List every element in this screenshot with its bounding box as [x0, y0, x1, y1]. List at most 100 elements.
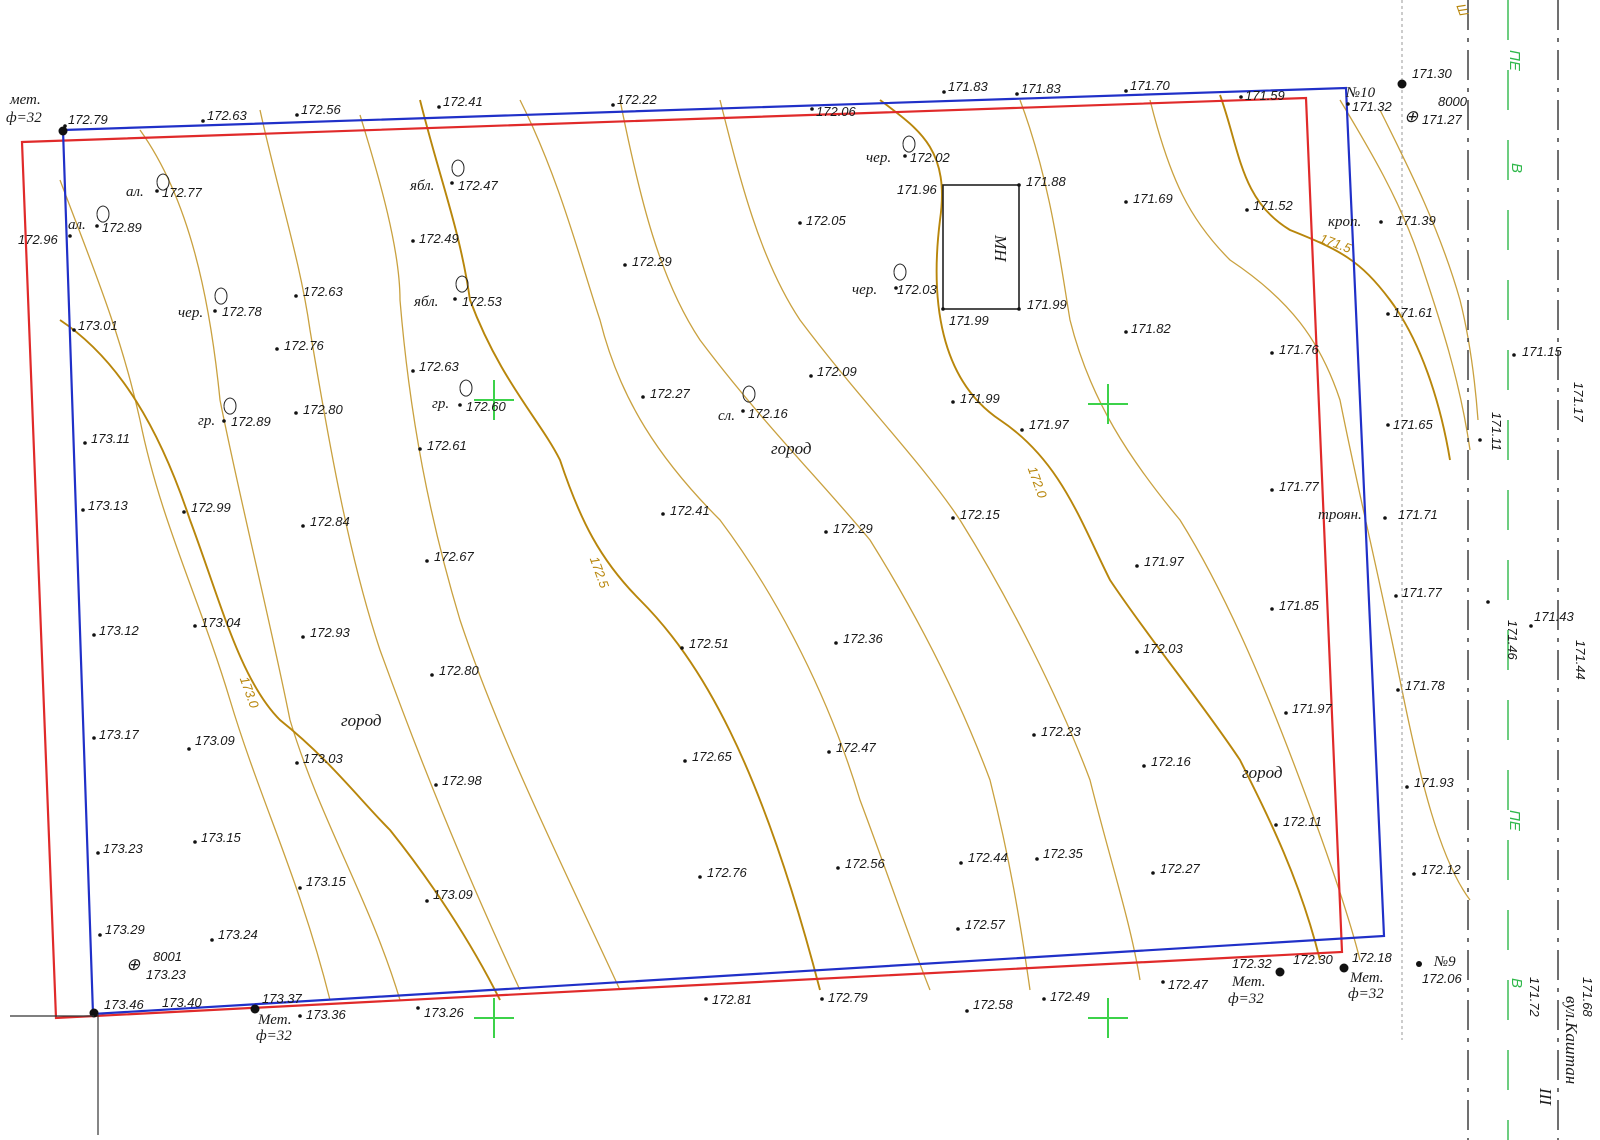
elevation-label: 171.17 — [1571, 382, 1586, 423]
tree-icon — [455, 275, 469, 293]
elevation-point: 172.60 — [458, 399, 507, 414]
elevation-point: 173.15 — [298, 874, 347, 890]
elevation-point: 171.52 — [1245, 198, 1294, 213]
elevation-label: 171.68 — [1580, 977, 1595, 1018]
svg-text:172.89: 172.89 — [231, 414, 271, 429]
pipe-bottom-label: Мет. — [257, 1012, 292, 1028]
svg-text:172.61: 172.61 — [427, 438, 467, 453]
elevation-point: 172.53 — [453, 294, 503, 309]
svg-text:172.15: 172.15 — [960, 507, 1001, 522]
elevation-point: 172.61 — [418, 438, 467, 453]
tree-yabl-2-label: ябл. — [413, 294, 438, 310]
elevation-point: 173.24 — [210, 927, 258, 942]
elevation-label: 172.18 — [1352, 950, 1393, 965]
tree-icon — [214, 287, 228, 305]
tree-icon — [742, 385, 756, 403]
svg-text:172.78: 172.78 — [222, 304, 263, 319]
elevation-point: 172.84 — [301, 514, 350, 529]
svg-text:172.16: 172.16 — [1151, 754, 1192, 769]
elevation-point: 173.26 — [416, 1005, 465, 1020]
pipe-br2-label: Мет. — [1349, 970, 1384, 986]
svg-text:173.09: 173.09 — [433, 887, 473, 902]
elevation-label: 171.27 — [1422, 112, 1463, 127]
elevation-point: 171.43 — [1529, 609, 1575, 628]
elevation-point: 172.15 — [951, 507, 1001, 522]
elevation-point: 172.65 — [683, 749, 733, 764]
elevation-point: 171.70 — [1124, 78, 1171, 93]
elevation-point: 172.16 — [741, 406, 789, 421]
elevation-point: 172.03 — [1135, 641, 1184, 656]
axis-ticks — [10, 1014, 99, 1135]
pipe-bottom-diam: ф=32 — [256, 1028, 292, 1044]
elevation-label: 171.44 — [1573, 640, 1588, 680]
elevation-point: 172.47 — [450, 178, 499, 193]
svg-text:172.47: 172.47 — [1168, 977, 1209, 992]
elevation-point: 171.46 — [1486, 600, 1520, 661]
svg-text:171.46: 171.46 — [1505, 620, 1520, 661]
elevation-label: 173.23 — [146, 967, 187, 982]
well-8001-label: 8001 — [153, 949, 182, 964]
svg-text:171.69: 171.69 — [1133, 191, 1173, 206]
elevation-point: 172.79 — [63, 112, 108, 128]
elevation-point: 172.27 — [1151, 861, 1201, 876]
svg-text:172.65: 172.65 — [692, 749, 733, 764]
elevation-point: 172.41 — [437, 94, 483, 109]
svg-text:171.32: 171.32 — [1352, 99, 1393, 114]
svg-text:172.81: 172.81 — [712, 992, 752, 1007]
svg-text:172.03: 172.03 — [897, 282, 938, 297]
elevation-point: 173.04 — [193, 615, 241, 630]
svg-text:171.99: 171.99 — [949, 313, 989, 328]
land-use-labels: город город город — [341, 439, 1283, 782]
svg-text:172.80: 172.80 — [303, 402, 344, 417]
elevation-point: 173.01 — [72, 318, 118, 333]
svg-text:171.83: 171.83 — [948, 79, 989, 94]
contour-label-173: 173.0 — [237, 674, 262, 710]
svg-text:172.76: 172.76 — [284, 338, 325, 353]
elevation-point: 172.93 — [301, 625, 351, 640]
well-8000-label: 8000 — [1438, 94, 1468, 109]
svg-text:171.59: 171.59 — [1245, 88, 1285, 103]
elevation-point: 172.47 — [827, 740, 877, 755]
elevation-label: 172.32 — [1232, 956, 1273, 971]
elevation-point: 172.96 — [18, 232, 72, 247]
elevation-point: 171.83 — [942, 79, 989, 94]
svg-text:172.41: 172.41 — [443, 94, 483, 109]
elevation-point: 171.32 — [1346, 99, 1393, 114]
tree-krop-label: кроп. — [1328, 214, 1361, 230]
elevation-point: 172.76 — [698, 865, 748, 880]
elevation-point: 172.57 — [956, 917, 1006, 932]
svg-text:172.41: 172.41 — [670, 503, 710, 518]
svg-text:172.27: 172.27 — [650, 386, 691, 401]
street-code-sh: Ш — [1453, 2, 1471, 18]
elevation-point: 171.82 — [1124, 321, 1172, 336]
elevation-point: 171.85 — [1270, 598, 1320, 613]
elevation-point: 172.12 — [1412, 862, 1462, 877]
elevation-point: 172.63 — [201, 108, 248, 123]
elevation-point: 172.22 — [611, 92, 658, 107]
svg-text:172.58: 172.58 — [973, 997, 1014, 1012]
elevation-label: 173.46 — [104, 997, 145, 1012]
elevation-point: 171.11 — [1478, 412, 1504, 451]
elevation-label: 172.06 — [1422, 971, 1463, 986]
svg-text:172.49: 172.49 — [1050, 989, 1090, 1004]
elevation-point: 172.63 — [411, 359, 460, 374]
tree-gr-1-label: гр. — [198, 413, 215, 429]
svg-text:172.06: 172.06 — [816, 104, 857, 119]
elevation-point: 172.06 — [810, 104, 857, 119]
svg-text:172.53: 172.53 — [462, 294, 503, 309]
elevation-point: 172.98 — [434, 773, 483, 788]
svg-text:171.93: 171.93 — [1414, 775, 1455, 790]
elevation-point: 171.97 — [1135, 554, 1185, 569]
elevation-point: 173.36 — [298, 1007, 347, 1022]
elevation-point: 172.63 — [294, 284, 344, 299]
elevation-point: 172.16 — [1142, 754, 1192, 769]
svg-text:171.97: 171.97 — [1144, 554, 1185, 569]
street-code-v-bottom: В — [1508, 978, 1525, 988]
elevation-point: 171.99 — [1017, 297, 1067, 312]
svg-text:171.97: 171.97 — [1292, 701, 1333, 716]
tree-icon — [451, 159, 465, 177]
tree-icon — [223, 397, 237, 415]
elevation-point: 172.35 — [1035, 846, 1084, 861]
svg-text:172.80: 172.80 — [439, 663, 480, 678]
elevation-point: 172.80 — [430, 663, 480, 678]
